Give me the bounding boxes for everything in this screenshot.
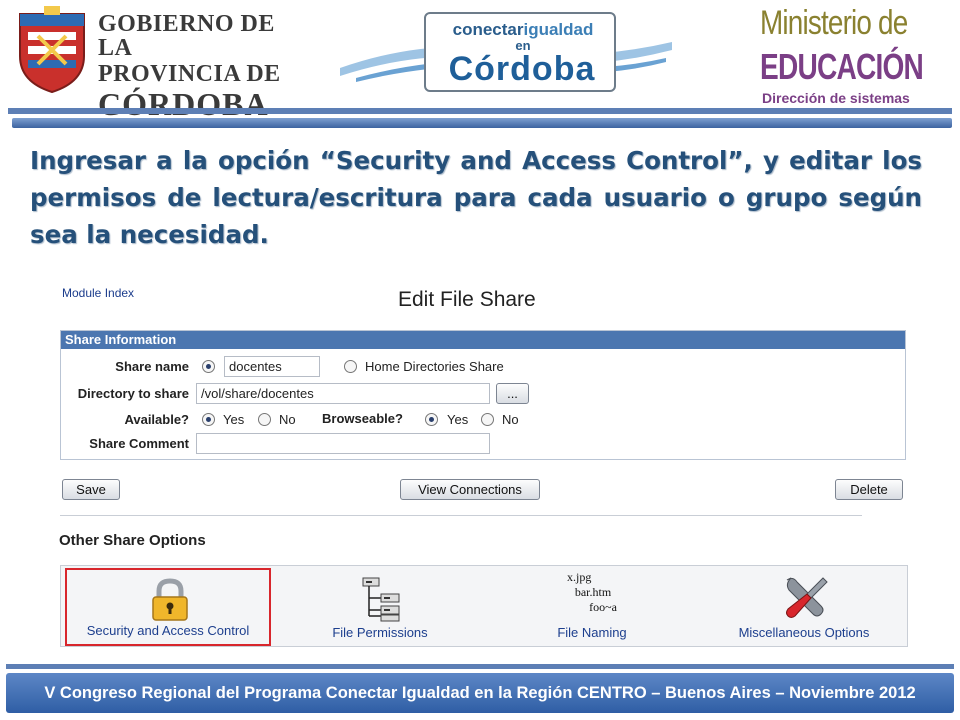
share-name-input[interactable]: docentes <box>224 356 320 377</box>
browseable-yes-label: Yes <box>447 412 469 427</box>
available-yes-label: Yes <box>223 412 245 427</box>
available-label: Available? <box>124 412 189 427</box>
file-naming-text-1: x.jpg <box>567 570 592 584</box>
delete-button[interactable]: Delete <box>835 479 903 500</box>
cig-line1a: conectar <box>452 20 524 39</box>
save-button[interactable]: Save <box>62 479 120 500</box>
gov-line2: PROVINCIA DE <box>98 61 281 87</box>
home-directories-label: Home Directories Share <box>365 359 504 374</box>
footer-banner: V Congreso Regional del Programa Conecta… <box>6 673 954 713</box>
ministry-line2: EDUCACIÓN <box>760 46 924 87</box>
file-naming-text-3: foo~a <box>589 600 617 614</box>
file-naming-option[interactable]: x.jpg bar.htm foo~a File Naming <box>489 568 695 646</box>
available-no-label: No <box>279 412 296 427</box>
security-access-control-label: Security and Access Control <box>86 623 250 638</box>
conectar-igualdad-logo: conectarigualdad en Córdoba <box>336 4 676 104</box>
security-access-control-option[interactable]: Security and Access Control <box>65 568 271 646</box>
cig-line3: Córdoba <box>448 50 596 88</box>
file-naming-icon: x.jpg bar.htm foo~a <box>563 570 623 620</box>
page-title: Edit File Share <box>398 288 536 311</box>
share-name-radio[interactable] <box>202 360 215 373</box>
share-name-row: Share name docentes Home Directories Sha… <box>61 355 907 379</box>
footer-rule <box>6 664 954 669</box>
header-rule-thin <box>8 108 952 114</box>
directory-label: Directory to share <box>77 386 189 401</box>
other-share-options-bar: Security and Access Control File Permiss… <box>60 565 908 647</box>
browse-directory-button[interactable]: ... <box>496 383 529 404</box>
webmin-edit-file-share: Module Index Edit File Share Share Infor… <box>52 282 914 652</box>
ministry-logo: Ministerio de EDUCACIÓN Dirección de sis… <box>760 4 950 108</box>
share-comment-input[interactable] <box>196 433 490 454</box>
other-share-options-title: Other Share Options <box>59 532 206 549</box>
available-yes-radio[interactable] <box>202 413 215 426</box>
file-permissions-label: File Permissions <box>332 625 428 640</box>
miscellaneous-options-label: Miscellaneous Options <box>738 625 870 640</box>
browseable-no-radio[interactable] <box>481 413 494 426</box>
ministry-line1: Ministerio de <box>760 4 908 42</box>
share-comment-row: Share Comment <box>61 432 907 456</box>
cordoba-shield-icon <box>19 6 85 94</box>
share-comment-label: Share Comment <box>89 436 189 451</box>
browseable-no-label: No <box>502 412 519 427</box>
miscellaneous-options-option[interactable]: Miscellaneous Options <box>701 568 907 646</box>
file-naming-label: File Naming <box>557 625 627 640</box>
home-directories-radio[interactable] <box>344 360 357 373</box>
slide-header: GOBIERNO DE LA PROVINCIA DE CÓRDOBA cone… <box>0 0 960 120</box>
government-logo: GOBIERNO DE LA PROVINCIA DE CÓRDOBA <box>14 6 304 120</box>
file-naming-text-2: bar.htm <box>574 585 612 599</box>
module-index-link[interactable]: Module Index <box>62 286 134 300</box>
gov-line1: GOBIERNO DE LA <box>98 11 275 61</box>
view-connections-button[interactable]: View Connections <box>400 479 540 500</box>
tools-icon <box>786 577 828 618</box>
directory-row: Directory to share /vol/share/docentes .… <box>61 382 907 406</box>
instruction-text: Ingresar a la opción “Security and Acces… <box>30 146 922 249</box>
share-information-heading: Share Information <box>61 331 905 349</box>
file-tree-icon <box>362 577 400 622</box>
available-row: Available? Yes No Browseable? Yes No <box>61 408 907 432</box>
cig-badge: conectarigualdad en Córdoba <box>424 12 616 92</box>
gov-line3: CÓRDOBA <box>98 86 269 122</box>
header-rule-thick <box>12 118 952 128</box>
browseable-yes-radio[interactable] <box>425 413 438 426</box>
cig-line1b: igualdad <box>523 20 594 39</box>
share-name-label: Share name <box>115 359 189 374</box>
ministry-line3: Dirección de sistemas <box>762 90 910 106</box>
government-wordmark: GOBIERNO DE LA PROVINCIA DE CÓRDOBA <box>98 12 308 120</box>
cig-line1: conectarigualdad <box>436 20 610 40</box>
section-divider <box>60 515 862 516</box>
browseable-label: Browseable? <box>322 411 403 426</box>
file-permissions-option[interactable]: File Permissions <box>277 568 483 646</box>
directory-input[interactable]: /vol/share/docentes <box>196 383 490 404</box>
share-information-box: Share Information Share name docentes Ho… <box>60 330 906 460</box>
available-no-radio[interactable] <box>258 413 271 426</box>
padlock-icon <box>152 578 188 621</box>
